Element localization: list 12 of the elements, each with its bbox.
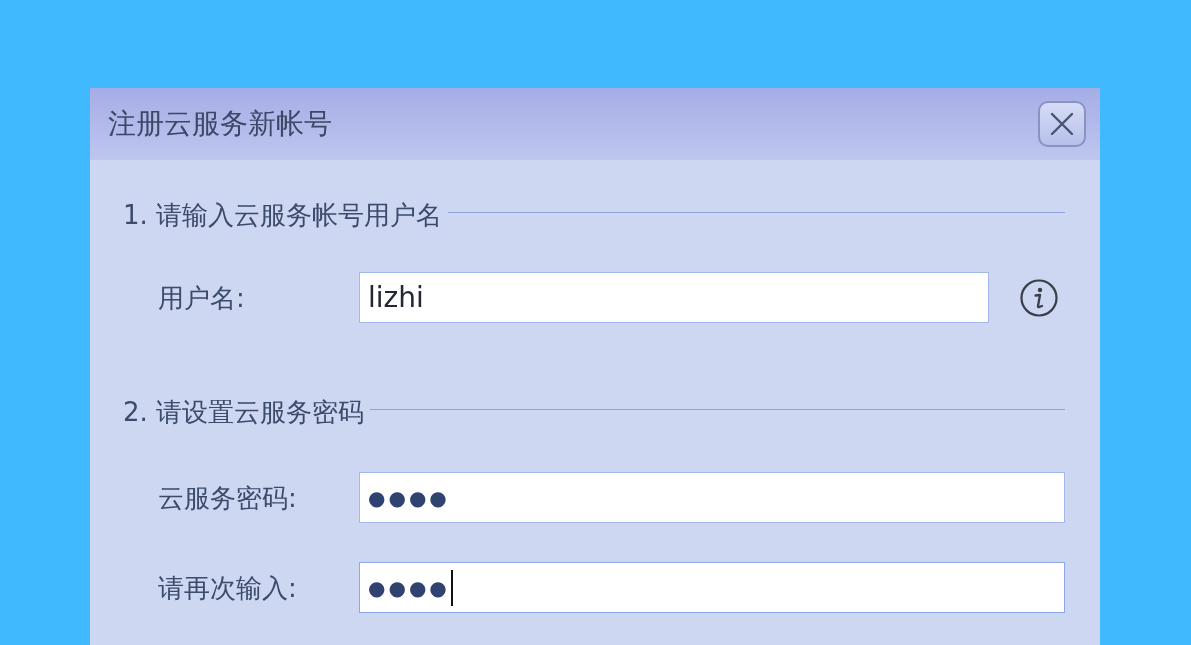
field-label: 用户名: <box>158 281 246 315</box>
section-heading: 2. 请设置云服务密码 <box>123 396 365 429</box>
field-label: 请再次输入: <box>158 571 298 605</box>
section-heading: 1. 请输入云服务帐号用户名 <box>123 199 443 232</box>
field-label: 云服务密码: <box>158 481 298 515</box>
close-button[interactable] <box>1038 101 1086 147</box>
password-field[interactable]: ●●●● <box>359 472 1065 523</box>
info-icon[interactable] <box>1020 278 1058 317</box>
password-field[interactable]: ●●●● <box>359 562 1065 613</box>
close-icon <box>1050 112 1074 136</box>
window-title: 注册云服务新帐号 <box>108 106 332 142</box>
username-field[interactable]: lizhi <box>359 272 989 323</box>
